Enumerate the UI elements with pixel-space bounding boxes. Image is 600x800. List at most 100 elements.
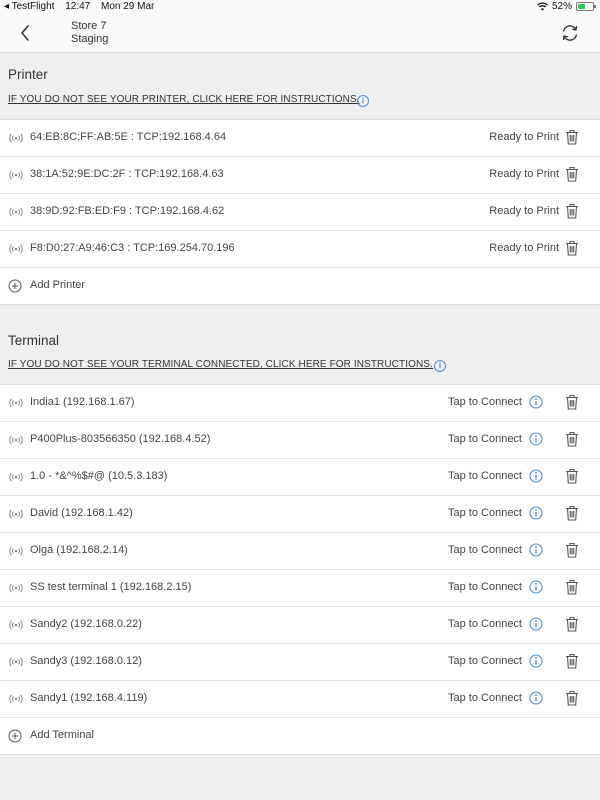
status-time: 12:47 — [65, 1, 91, 12]
plus-circle-icon — [8, 729, 22, 743]
add-terminal-label: Add Terminal — [30, 729, 94, 741]
terminal-label: Sandy1 (192.168.4.119) — [30, 692, 148, 704]
printer-label: 38:1A:52:9E:DC:2F : TCP:192.168.4.63 — [30, 168, 224, 180]
trash-icon[interactable] — [565, 653, 579, 669]
printer-status: Ready to Print — [489, 168, 559, 180]
info-icon[interactable] — [529, 691, 543, 705]
terminal-connect-status[interactable]: Tap to Connect — [448, 470, 522, 482]
info-icon[interactable] — [529, 432, 543, 446]
info-icon[interactable] — [529, 617, 543, 631]
wifi-icon — [537, 2, 548, 11]
terminal-help-info-icon[interactable]: i — [434, 360, 446, 372]
back-to-app-link[interactable]: ◂ TestFlight — [4, 1, 54, 12]
terminal-connect-status[interactable]: Tap to Connect — [448, 655, 522, 667]
terminal-connect-status[interactable]: Tap to Connect — [448, 692, 522, 704]
trash-icon[interactable] — [565, 505, 579, 521]
terminal-instructions-text[interactable]: IF YOU DO NOT SEE YOUR TERMINAL CONNECTE… — [8, 359, 433, 370]
add-printer-button[interactable]: Add Printer — [0, 268, 600, 304]
signal-icon — [9, 546, 23, 556]
terminal-label: Olga (192.168.2.14) — [30, 544, 128, 556]
terminal-row[interactable]: Olga (192.168.2.14) Tap to Connect — [0, 533, 600, 570]
store-name: Store 7 — [71, 20, 107, 32]
trash-icon[interactable] — [565, 166, 579, 182]
terminal-connect-status[interactable]: Tap to Connect — [448, 618, 522, 630]
battery-icon — [576, 2, 596, 11]
printer-instructions-link[interactable]: IF YOU DO NOT SEE YOUR PRINTER, CLICK HE… — [8, 94, 360, 105]
trash-icon[interactable] — [565, 468, 579, 484]
printer-status: Ready to Print — [489, 242, 559, 254]
signal-icon — [9, 583, 23, 593]
terminal-row[interactable]: Sandy3 (192.168.0.12) Tap to Connect — [0, 644, 600, 681]
info-icon[interactable] — [529, 395, 543, 409]
signal-icon — [9, 133, 23, 143]
printer-status: Ready to Print — [489, 205, 559, 217]
terminal-section-title: Terminal — [8, 333, 60, 348]
trash-icon[interactable] — [565, 690, 579, 706]
terminal-row[interactable]: SS test terminal 1 (192.168.2.15) Tap to… — [0, 570, 600, 607]
terminal-list: India1 (192.168.1.67) Tap to Connect P40… — [0, 384, 600, 755]
terminal-row[interactable]: Sandy1 (192.168.4.119) Tap to Connect — [0, 681, 600, 718]
trash-icon[interactable] — [565, 542, 579, 558]
terminal-instructions-link[interactable]: IF YOU DO NOT SEE YOUR TERMINAL CONNECTE… — [8, 359, 433, 370]
printer-label: 38:9D:92:FB:ED:F9 : TCP:192.168.4.62 — [30, 205, 225, 217]
trash-icon[interactable] — [565, 616, 579, 632]
info-icon[interactable] — [529, 469, 543, 483]
terminal-label: David (192.168.1.42) — [30, 507, 133, 519]
terminal-connect-status[interactable]: Tap to Connect — [448, 507, 522, 519]
terminal-connect-status[interactable]: Tap to Connect — [448, 433, 522, 445]
terminal-label: Sandy2 (192.168.0.22) — [30, 618, 142, 630]
signal-icon — [9, 472, 23, 482]
printer-status: Ready to Print — [489, 131, 559, 143]
back-chevron-icon[interactable] — [16, 23, 36, 43]
terminal-row[interactable]: Sandy2 (192.168.0.22) Tap to Connect — [0, 607, 600, 644]
printer-row[interactable]: 38:9D:92:FB:ED:F9 : TCP:192.168.4.62 Rea… — [0, 194, 600, 231]
trash-icon[interactable] — [565, 579, 579, 595]
trash-icon[interactable] — [565, 203, 579, 219]
nav-title: Store 7 Staging — [71, 20, 108, 46]
printer-label: 64:EB:8C:FF:AB:5E : TCP:192.168.4.64 — [30, 131, 227, 143]
navigation-bar: Store 7 Staging — [0, 14, 600, 53]
info-icon[interactable] — [529, 654, 543, 668]
environment-name: Staging — [71, 33, 109, 45]
refresh-icon[interactable] — [560, 23, 580, 43]
terminal-connect-status[interactable]: Tap to Connect — [448, 581, 522, 593]
terminal-row[interactable]: P400Plus-803566350 (192.168.4.52) Tap to… — [0, 422, 600, 459]
terminal-label: SS test terminal 1 (192.168.2.15) — [30, 581, 192, 593]
trash-icon[interactable] — [565, 431, 579, 447]
terminal-label: Sandy3 (192.168.0.12) — [30, 655, 142, 667]
printer-label: F8:D0:27:A9:46:C3 : TCP:169.254.70.196 — [30, 242, 235, 254]
info-icon[interactable] — [529, 506, 543, 520]
signal-icon — [9, 398, 23, 408]
add-terminal-button[interactable]: Add Terminal — [0, 718, 600, 754]
signal-icon — [9, 657, 23, 667]
terminal-row[interactable]: India1 (192.168.1.67) Tap to Connect — [0, 385, 600, 422]
info-icon[interactable] — [529, 543, 543, 557]
trash-icon[interactable] — [565, 394, 579, 410]
trash-icon[interactable] — [565, 240, 579, 256]
printer-row[interactable]: F8:D0:27:A9:46:C3 : TCP:169.254.70.196 R… — [0, 231, 600, 268]
printer-row[interactable]: 38:1A:52:9E:DC:2F : TCP:192.168.4.63 Rea… — [0, 157, 600, 194]
info-icon[interactable] — [529, 580, 543, 594]
signal-icon — [9, 170, 23, 180]
terminal-connect-status[interactable]: Tap to Connect — [448, 396, 522, 408]
terminal-connect-status[interactable]: Tap to Connect — [448, 544, 522, 556]
battery-percent: 52% — [551, 1, 572, 12]
printer-instructions-text[interactable]: IF YOU DO NOT SEE YOUR PRINTER, CLICK HE… — [8, 94, 360, 105]
trash-icon[interactable] — [565, 129, 579, 145]
signal-icon — [9, 207, 23, 217]
status-bar: ◂ TestFlight 12:47 Mon 29 Mar 52% — [0, 0, 600, 14]
status-date: Mon 29 Mar — [101, 1, 155, 12]
terminal-section-header: Terminal IF YOU DO NOT SEE YOUR TERMINAL… — [0, 305, 600, 384]
printer-section-title: Printer — [8, 67, 48, 82]
printer-help-info-icon[interactable]: i — [357, 95, 369, 107]
signal-icon — [9, 509, 23, 519]
printer-row[interactable]: 64:EB:8C:FF:AB:5E : TCP:192.168.4.64 Rea… — [0, 120, 600, 157]
signal-icon — [9, 694, 23, 704]
signal-icon — [9, 435, 23, 445]
terminal-label: P400Plus-803566350 (192.168.4.52) — [30, 433, 211, 445]
add-printer-label: Add Printer — [30, 279, 86, 291]
printer-list: 64:EB:8C:FF:AB:5E : TCP:192.168.4.64 Rea… — [0, 119, 600, 305]
terminal-row[interactable]: David (192.168.1.42) Tap to Connect — [0, 496, 600, 533]
terminal-row[interactable]: 1.0 - *&^%$#@ (10.5.3.183) Tap to Connec… — [0, 459, 600, 496]
terminal-label: 1.0 - *&^%$#@ (10.5.3.183) — [30, 470, 168, 482]
